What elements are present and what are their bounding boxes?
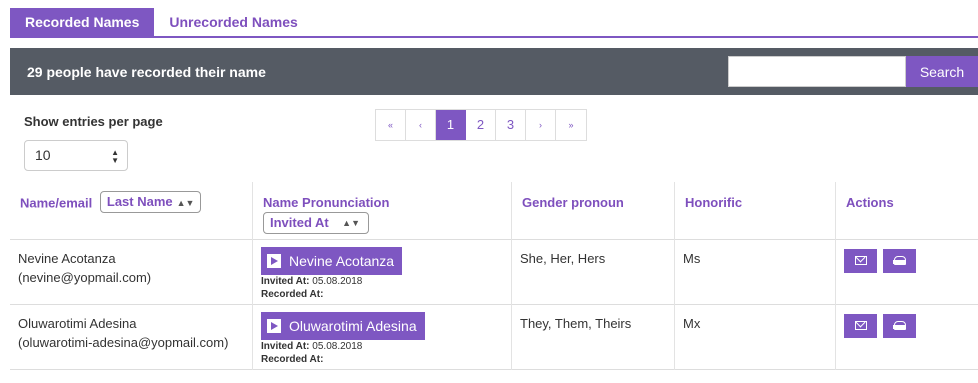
- pronunciation-sort-select[interactable]: Invited At ▲▼: [263, 212, 369, 234]
- column-gender-pronoun: Gender pronoun: [511, 182, 674, 240]
- gender-pronoun-cell: They, Them, Theirs: [511, 305, 674, 370]
- table-row: Nevine Acotanza (nevine@yopmail.com) Nev…: [10, 240, 978, 305]
- column-name-pronunciation: Name Pronunciation Invited At ▲▼: [252, 182, 511, 240]
- invited-at-value: 05.08.2018: [312, 341, 363, 352]
- pronunciation-sort-value: Invited At: [270, 215, 329, 230]
- recorded-at-label: Recorded At:: [261, 289, 324, 300]
- inbox-icon: [892, 256, 906, 265]
- page-button-2[interactable]: 2: [466, 110, 496, 140]
- sort-arrows-icon: ▲▼: [176, 198, 195, 208]
- tab-bar: Recorded Names Unrecorded Names: [10, 8, 978, 38]
- play-icon: [267, 254, 281, 268]
- tab-recorded-names[interactable]: Recorded Names: [10, 8, 155, 36]
- sort-arrows-icon: ▲▼: [342, 218, 360, 228]
- recorded-count-title: 29 people have recorded their name: [27, 64, 266, 80]
- person-name: Oluwarotimi Adesina: [18, 316, 137, 331]
- next-page-button[interactable]: ›: [526, 110, 556, 140]
- send-email-button[interactable]: [844, 249, 877, 273]
- mail-icon: [855, 321, 867, 330]
- column-honorific: Honorific: [674, 182, 835, 240]
- send-email-button[interactable]: [844, 314, 877, 338]
- play-icon: [267, 319, 281, 333]
- last-page-button[interactable]: »: [556, 110, 586, 140]
- pronunciation-cell: Oluwarotimi Adesina Invited At: 05.08.20…: [252, 305, 511, 370]
- invited-at-label: Invited At:: [261, 276, 310, 287]
- name-sort-select[interactable]: Last Name ▲▼: [99, 191, 202, 213]
- entries-per-page-value: 10: [35, 147, 51, 163]
- gender-pronoun-cell: She, Her, Hers: [511, 240, 674, 305]
- first-page-button[interactable]: «: [376, 110, 406, 140]
- recorded-at-label: Recorded At:: [261, 354, 324, 365]
- recorded-at: Recorded At:: [261, 288, 511, 301]
- invited-at: Invited At: 05.08.2018: [261, 340, 511, 353]
- entries-per-page-select[interactable]: 10 ▲ ▼: [24, 140, 128, 171]
- actions-cell: [835, 305, 978, 370]
- tab-unrecorded-names[interactable]: Unrecorded Names: [154, 8, 312, 36]
- sort-arrows-icon: ▲▼: [111, 148, 119, 165]
- play-button-label: Oluwarotimi Adesina: [289, 317, 417, 334]
- person-email: (oluwarotimi-adesina@yopmail.com): [18, 335, 229, 350]
- column-name-email: Name/email Last Name ▲▼: [10, 182, 252, 240]
- column-name-email-label: Name/email: [20, 195, 93, 211]
- honorific-cell: Ms: [674, 240, 835, 305]
- table-header: Name/email Last Name ▲▼ Name Pronunciatio…: [10, 182, 978, 240]
- play-pronunciation-button[interactable]: Oluwarotimi Adesina: [261, 312, 425, 340]
- person-email: (nevine@yopmail.com): [18, 270, 152, 285]
- search-button[interactable]: Search: [906, 56, 978, 87]
- actions-cell: [835, 240, 978, 305]
- play-pronunciation-button[interactable]: Nevine Acotanza: [261, 247, 403, 275]
- header-bar: 29 people have recorded their name Searc…: [10, 48, 978, 95]
- inbox-icon: [892, 321, 906, 330]
- names-table: Name/email Last Name ▲▼ Name Pronunciatio…: [10, 182, 978, 370]
- name-email-cell: Oluwarotimi Adesina (oluwarotimi-adesina…: [10, 305, 252, 370]
- page-button-1[interactable]: 1: [436, 110, 466, 140]
- prev-page-button[interactable]: ‹: [406, 110, 436, 140]
- person-name: Nevine Acotanza: [18, 251, 116, 266]
- invited-at-value: 05.08.2018: [312, 276, 363, 287]
- mail-icon: [855, 256, 867, 265]
- name-email-cell: Nevine Acotanza (nevine@yopmail.com): [10, 240, 252, 305]
- honorific-cell: Mx: [674, 305, 835, 370]
- play-button-label: Nevine Acotanza: [289, 252, 395, 269]
- inbox-button[interactable]: [882, 249, 916, 273]
- column-pronunciation-label: Name Pronunciation: [263, 195, 390, 210]
- search-input[interactable]: [728, 56, 906, 87]
- invited-at-label: Invited At:: [261, 341, 310, 352]
- page-button-3[interactable]: 3: [496, 110, 526, 140]
- inbox-button[interactable]: [882, 314, 916, 338]
- column-actions: Actions: [835, 182, 978, 240]
- invited-at: Invited At: 05.08.2018: [261, 275, 511, 288]
- entries-per-page-label: Show entries per page: [24, 114, 163, 129]
- pagination: « ‹ 1 2 3 › »: [375, 109, 587, 141]
- table-row: Oluwarotimi Adesina (oluwarotimi-adesina…: [10, 305, 978, 370]
- recorded-at: Recorded At:: [261, 353, 511, 366]
- name-sort-value: Last Name: [106, 194, 173, 209]
- pronunciation-cell: Nevine Acotanza Invited At: 05.08.2018 R…: [252, 240, 511, 305]
